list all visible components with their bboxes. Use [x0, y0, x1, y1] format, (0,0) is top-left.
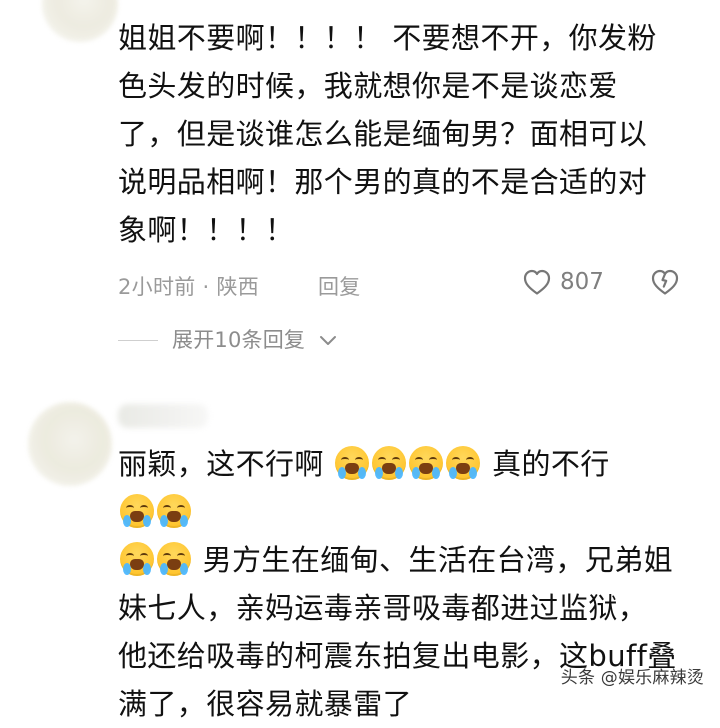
like-button[interactable]: 807	[522, 268, 604, 296]
broken-heart-icon[interactable]	[650, 268, 680, 296]
comment-segment: 真的不行	[492, 447, 610, 481]
reply-button[interactable]: 回复	[318, 271, 361, 301]
comment-segment: 妹七人，亲妈运毒亲哥吸毒都进过监狱，	[118, 591, 648, 625]
comment-line: 了，但是谈谁怎么能是缅甸男？面相可以	[118, 117, 648, 151]
username-blurred	[118, 404, 208, 428]
comment-line: 姐姐不要啊！！！！ 不要想不开，你发粉	[118, 21, 657, 55]
comment-time-location: 2小时前 · 陕西	[118, 275, 260, 299]
crying-face-icon	[446, 446, 481, 480]
comment-line: 色头发的时候，我就想你是不是谈恋爱	[118, 69, 618, 103]
comment-text: 姐姐不要啊！！！！ 不要想不开，你发粉 色头发的时候，我就想你是不是谈恋爱 了，…	[118, 14, 692, 254]
watermark: 头条 @娱乐麻辣烫	[560, 668, 704, 688]
emoji-group	[120, 542, 191, 576]
expand-divider	[118, 339, 158, 342]
crying-face-icon	[335, 446, 370, 480]
emoji-group	[120, 494, 191, 528]
crying-face-icon	[372, 446, 407, 480]
comment-segment: 丽颖，这不行啊	[118, 447, 324, 481]
like-count: 807	[560, 268, 604, 295]
comment-meta-row: 2小时前 · 陕西 回复 807	[118, 268, 688, 308]
comment-segment: 男方生在缅甸、生活在台湾，兄弟姐	[202, 543, 674, 577]
expand-replies-label[interactable]: 展开10条回复	[172, 330, 305, 351]
expand-replies[interactable]: 展开10条回复	[118, 330, 337, 351]
comment-line: 象啊！！！！	[118, 213, 295, 247]
avatar[interactable]	[28, 402, 112, 486]
crying-face-icon	[120, 542, 154, 576]
crying-face-icon	[157, 494, 191, 528]
heart-outline-icon	[523, 269, 551, 295]
chevron-down-icon	[320, 335, 337, 345]
crying-face-icon	[120, 494, 154, 528]
emoji-group	[335, 446, 481, 480]
crying-face-icon	[409, 446, 444, 480]
comment-line: 说明品相啊！那个男的真的不是合适的对	[118, 165, 648, 199]
comment-segment: 满了，很容易就暴雷了	[118, 687, 413, 721]
crying-face-icon	[157, 542, 191, 576]
avatar[interactable]	[42, 0, 118, 42]
